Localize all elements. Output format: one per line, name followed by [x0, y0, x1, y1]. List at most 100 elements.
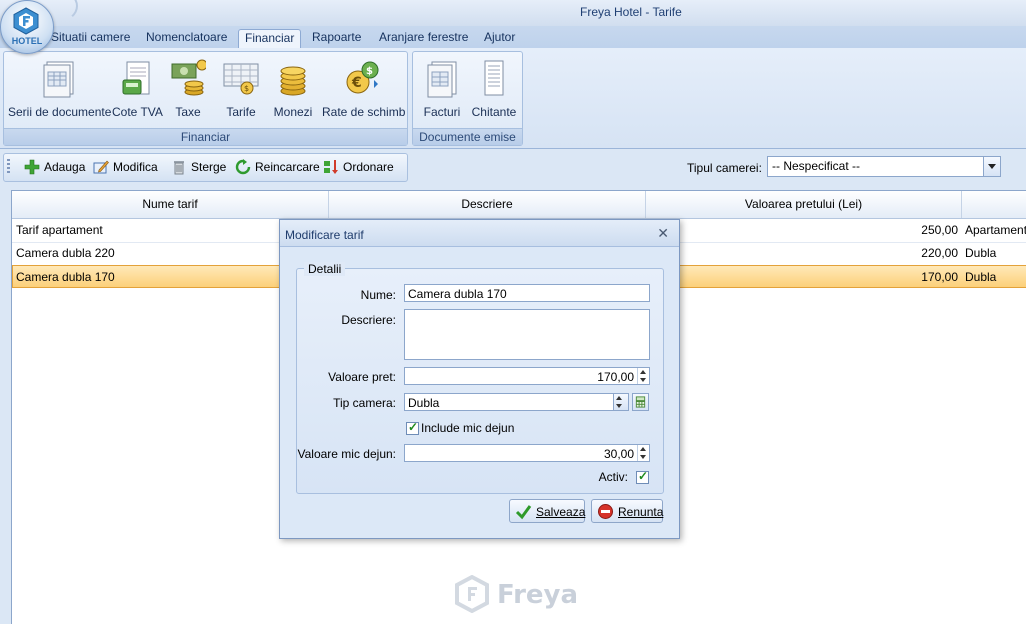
monezi-label: Monezi [273, 105, 313, 119]
cell-room-type: Dubla [965, 270, 997, 284]
cancel-button[interactable]: Renunta [591, 499, 663, 523]
column-header-name[interactable]: Nume tarif [12, 191, 329, 218]
add-button[interactable]: Adauga [24, 159, 85, 175]
breakfast-value: 30,00 [603, 447, 634, 461]
name-label: Nume: [360, 288, 396, 302]
window-title: Freya Hotel - Tarife [580, 5, 682, 19]
cell-price: 250,00 [921, 223, 958, 237]
freya-logo-icon [13, 7, 39, 35]
active-label: Activ: [598, 470, 628, 484]
freya-watermark-text: Freya [497, 580, 579, 610]
tab-aranjare-ferestre[interactable]: Aranjare ferestre [373, 29, 474, 47]
cote-tva-label: Cote TVA [112, 105, 163, 119]
room-type-select[interactable]: Dubla [404, 393, 629, 411]
tarife-button[interactable]: $ Tarife [218, 58, 264, 119]
grid-header: Nume tarif Descriere Valoarea pretului (… [12, 191, 1026, 219]
close-icon[interactable]: ✕ [657, 225, 669, 242]
delete-button[interactable]: Sterge [171, 159, 226, 175]
ribbon-group-financiar: Serii de documente Cote TVA Taxe $ Tarif… [3, 51, 408, 146]
include-breakfast-label: Include mic dejun [421, 421, 515, 435]
tab-ajutor[interactable]: Ajutor [478, 29, 521, 47]
chitante-button[interactable]: Chitante [469, 58, 519, 119]
document-series-icon [43, 61, 74, 98]
tab-nomenclatoare[interactable]: Nomenclatoare [140, 29, 233, 47]
receipt-icon [484, 60, 504, 96]
tab-rapoarte[interactable]: Rapoarte [306, 29, 367, 47]
cell-room-type: Apartament [965, 223, 1026, 237]
cote-tva-button[interactable]: Cote TVA [112, 58, 163, 119]
column-header-room-type[interactable] [962, 191, 1026, 218]
grid-toolbar: Adauga Modifica Sterge Reincarcare Ordon… [3, 153, 408, 182]
facturi-label: Facturi [423, 105, 461, 119]
edit-label: Modifica [113, 160, 158, 174]
reload-button[interactable]: Reincarcare [235, 159, 320, 175]
description-field[interactable] [404, 309, 650, 360]
freya-watermark-logo-icon [455, 575, 489, 613]
tab-situatii-camere[interactable]: Situatii camere [45, 29, 136, 47]
include-breakfast-checkbox[interactable]: ✓ [406, 420, 419, 435]
breakfast-spin-icon[interactable] [637, 445, 649, 461]
ribbon-tabs: Situatii camere Nomenclatoare Financiar … [0, 26, 1026, 48]
active-checkbox[interactable]: ✓ [636, 469, 649, 484]
tarife-label: Tarife [226, 105, 256, 119]
rates-icon: $ [223, 63, 259, 95]
edit-button[interactable]: Modifica [93, 159, 158, 175]
cell-name: Camera dubla 170 [16, 270, 115, 284]
add-label: Adauga [44, 160, 86, 174]
taxe-label: Taxe [175, 105, 201, 119]
cell-name: Camera dubla 220 [16, 246, 115, 260]
toolbar-grip[interactable] [7, 159, 10, 175]
cell-room-type: Dubla [965, 246, 997, 260]
ribbon-group-financiar-label: Financiar [4, 128, 407, 145]
title-bar: Freya Hotel - Tarife [0, 0, 1026, 27]
svg-text:$: $ [244, 84, 249, 93]
dialog-title-bar: Modificare tarif ✕ [280, 220, 679, 247]
room-type-lookup-button[interactable] [632, 393, 649, 411]
refresh-icon [235, 159, 251, 175]
check-icon [515, 505, 532, 520]
chevron-down-icon[interactable] [983, 157, 1000, 176]
rate-de-schimb-button[interactable]: € $ Rate de schimb [322, 58, 405, 119]
dialog-title: Modificare tarif [285, 228, 364, 242]
checkmark-icon: ✓ [408, 420, 419, 434]
vat-icon [122, 61, 150, 95]
tab-financiar[interactable]: Financiar [238, 29, 302, 48]
trash-icon [174, 161, 184, 175]
breakfast-value-label: Valoare mic dejun: [297, 447, 397, 461]
order-button[interactable]: Ordonare [323, 159, 394, 175]
monezi-button[interactable]: Monezi [270, 58, 316, 119]
taxe-button[interactable]: Taxe [168, 58, 208, 119]
details-group-label: Detalii [304, 262, 346, 276]
price-stepper[interactable]: 170,00 [404, 367, 650, 385]
save-label: Salveaza [536, 505, 586, 519]
chitante-label: Chitante [471, 105, 517, 119]
room-type-label: Tip camera: [333, 396, 396, 410]
sort-icon [324, 160, 338, 174]
room-type-filter-select[interactable]: -- Nespecificat -- [767, 156, 1001, 177]
room-type-filter-label: Tipul camerei: [687, 161, 762, 175]
price-value: 170,00 [597, 370, 634, 384]
calculator-icon [635, 396, 646, 408]
save-button[interactable]: Salveaza [509, 499, 585, 523]
svg-text:$: $ [366, 66, 373, 77]
order-label: Ordonare [343, 160, 394, 174]
checkmark-icon: ✓ [638, 469, 649, 483]
cell-name: Tarif apartament [16, 223, 103, 237]
price-spin-icon[interactable] [637, 368, 649, 384]
column-header-price[interactable]: Valoarea pretului (Lei) [646, 191, 962, 218]
column-header-description[interactable]: Descriere [329, 191, 646, 218]
room-type-value: Dubla [408, 396, 440, 410]
facturi-button[interactable]: Facturi [421, 58, 463, 119]
breakfast-value-stepper[interactable]: 30,00 [404, 444, 650, 462]
cell-price: 220,00 [921, 246, 958, 260]
logo-text: HOTEL [11, 36, 43, 46]
name-field[interactable]: Camera dubla 170 [404, 284, 650, 302]
invoice-icon [427, 61, 457, 98]
svg-text:€: € [351, 75, 362, 91]
app-menu-button[interactable]: HOTEL [0, 0, 54, 54]
ribbon-group-documente-emise-label: Documente emise [413, 128, 522, 145]
room-type-filter-value: -- Nespecificat -- [772, 159, 861, 173]
serii-de-documente-button[interactable]: Serii de documente [8, 58, 111, 119]
cancel-label: Renunta [618, 505, 664, 519]
chevron-down-icon[interactable] [613, 394, 628, 410]
